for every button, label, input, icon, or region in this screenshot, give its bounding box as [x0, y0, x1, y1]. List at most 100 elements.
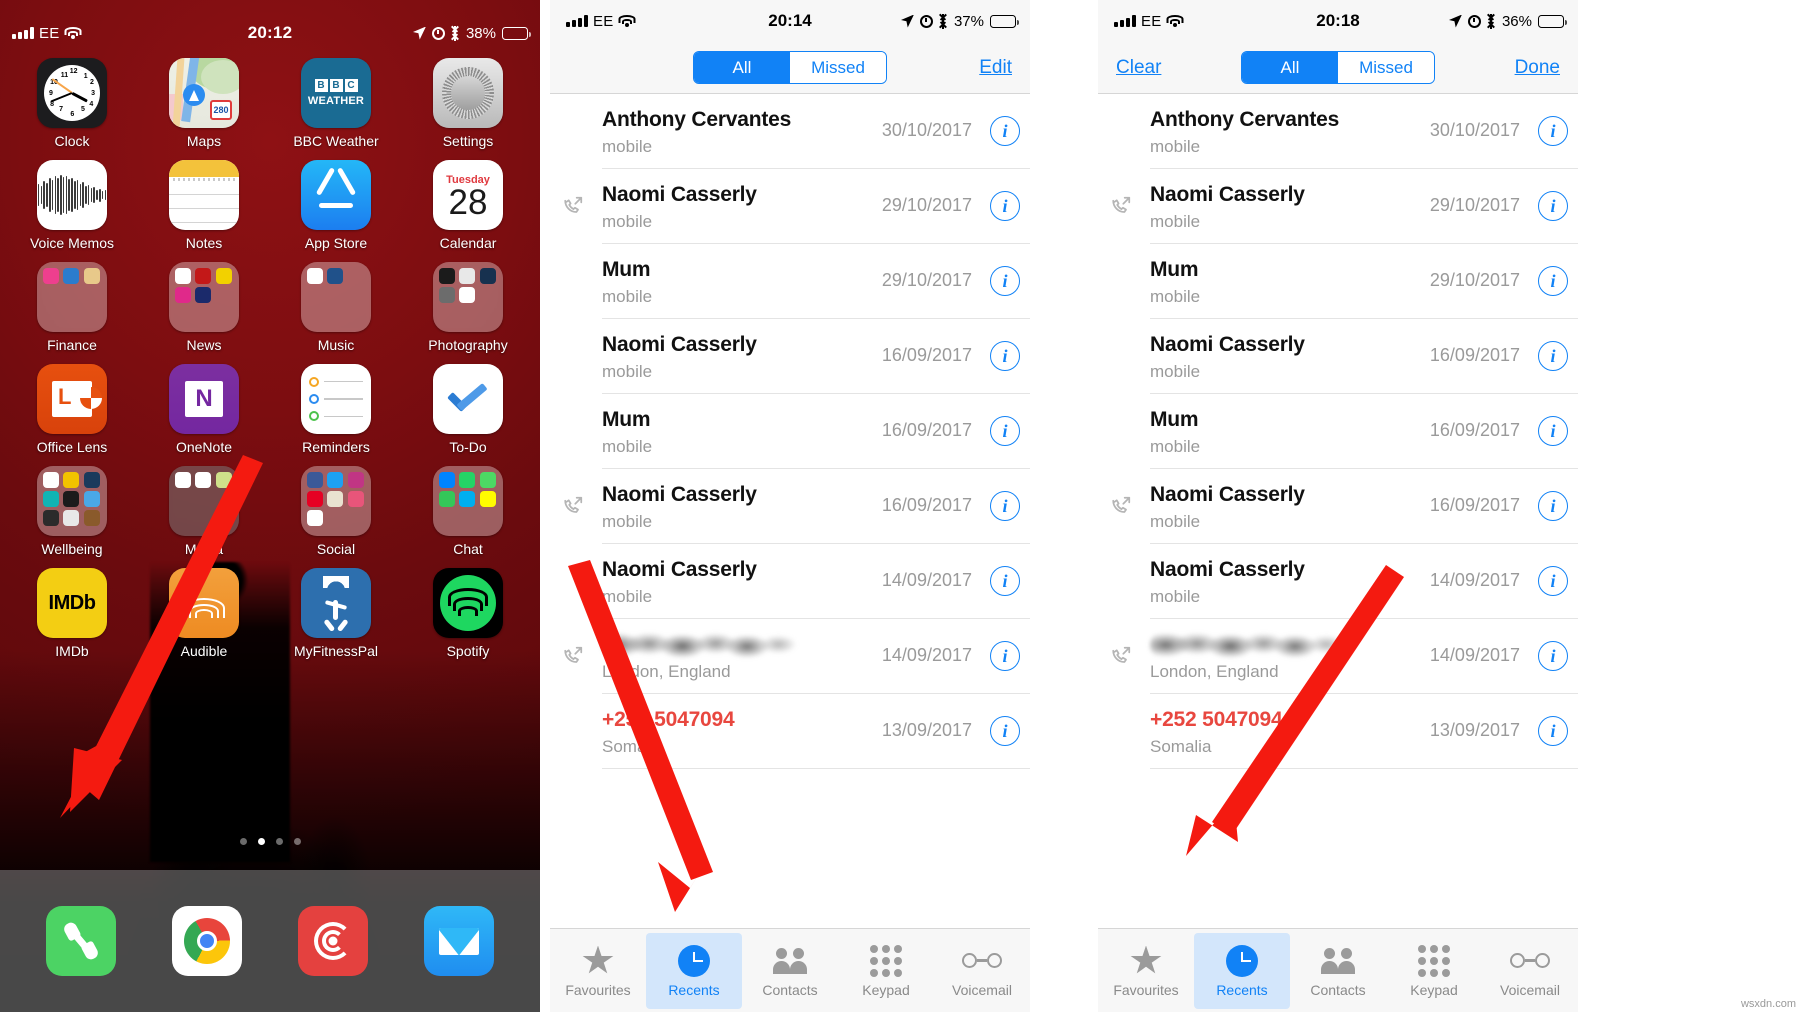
nav-bar: Clear All Missed Done [1098, 42, 1578, 94]
info-button[interactable]: i [990, 716, 1020, 746]
info-button[interactable]: i [990, 566, 1020, 596]
info-button[interactable]: i [1538, 641, 1568, 671]
dock-pocket-casts-icon[interactable] [298, 906, 368, 976]
app-label: Finance [47, 337, 97, 353]
tab-voicemail[interactable]: Voicemail [934, 933, 1030, 1009]
call-row[interactable]: +252 5047094Somalia13/09/2017iDelete [1150, 694, 1578, 769]
call-row[interactable]: Mum mobile 29/10/2017 i [1150, 244, 1578, 319]
call-row[interactable]: Naomi Casserly mobile 29/10/2017 i [1112, 169, 1578, 244]
contact-name: +252 5047094 [602, 708, 735, 731]
tab-recents[interactable]: Recents [1194, 932, 1290, 1009]
folder-news[interactable]: News [138, 262, 270, 353]
info-button[interactable]: i [1538, 491, 1568, 521]
tab-contacts[interactable]: Contacts [742, 933, 838, 1009]
segment-missed[interactable]: Missed [790, 52, 886, 83]
call-row[interactable]: Naomi Casserly mobile 29/10/2017 i [564, 169, 1030, 244]
call-row[interactable]: Mum mobile 16/09/2017 i [1150, 394, 1578, 469]
app-spotify[interactable]: Spotify [402, 568, 534, 659]
info-button[interactable]: i [1538, 716, 1568, 746]
segmented-control[interactable]: All Missed [1241, 51, 1435, 84]
app-reminders[interactable]: Reminders [270, 364, 402, 455]
app-label: Music [317, 337, 355, 353]
segment-missed[interactable]: Missed [1338, 52, 1434, 83]
tab-favourites[interactable]: Favourites [1098, 933, 1194, 1009]
info-button[interactable]: i [1538, 566, 1568, 596]
app-calendar[interactable]: Tuesday 28 Calendar [402, 160, 534, 251]
segmented-control[interactable]: All Missed [693, 51, 887, 84]
folder-music[interactable]: Music [270, 262, 402, 353]
info-button[interactable]: i [990, 266, 1020, 296]
page-dot-active[interactable] [257, 838, 265, 845]
call-row[interactable]: London, England 14/09/2017 i [1112, 619, 1578, 694]
call-row[interactable]: Naomi Casserly mobile 14/09/2017 i [602, 544, 1030, 619]
info-button[interactable]: i [1538, 266, 1568, 296]
folder-media[interactable]: Media [138, 466, 270, 557]
call-date: 30/10/2017 [1429, 120, 1520, 140]
call-row[interactable]: Naomi Casserly mobile 14/09/2017 i [1150, 544, 1578, 619]
call-row[interactable]: Anthony Cervantes mobile 30/10/2017 i [1150, 94, 1578, 169]
app-app-store[interactable]: App Store [270, 160, 402, 251]
page-dot[interactable] [239, 838, 247, 845]
folder-wellbeing[interactable]: Wellbeing [6, 466, 138, 557]
call-row[interactable]: Naomi Casserly mobile 16/09/2017 i [1150, 319, 1578, 394]
page-dot[interactable] [275, 838, 283, 845]
done-button[interactable]: Done [1515, 57, 1560, 79]
info-button[interactable]: i [990, 416, 1020, 446]
redacted-contact-name [1150, 631, 1346, 659]
app-imdb[interactable]: IMDb IMDb [6, 568, 138, 659]
edit-button[interactable]: Edit [979, 57, 1012, 79]
call-row[interactable]: Naomi Casserly mobile 16/09/2017 i [1112, 469, 1578, 544]
info-button[interactable]: i [990, 341, 1020, 371]
segment-all[interactable]: All [694, 52, 790, 83]
app-to-do[interactable]: To-Do [402, 364, 534, 455]
tab-voicemail[interactable]: Voicemail [1482, 933, 1578, 1009]
tab-recents[interactable]: Recents [646, 932, 742, 1009]
page-dot[interactable] [293, 838, 301, 845]
app-voice-memos[interactable]: Voice Memos [6, 160, 138, 251]
segment-all[interactable]: All [1242, 52, 1338, 83]
info-button[interactable]: i [990, 491, 1020, 521]
folder-chat[interactable]: Chat [402, 466, 534, 557]
tab-keypad[interactable]: Keypad [1386, 933, 1482, 1009]
app-onenote[interactable]: N OneNote [138, 364, 270, 455]
info-button[interactable]: i [990, 641, 1020, 671]
app-settings[interactable]: Settings [402, 58, 534, 149]
app-office-lens[interactable]: Office Lens [6, 364, 138, 455]
call-row[interactable]: Mum mobile 16/09/2017 i [602, 394, 1030, 469]
status-bar: EE 20:18 36% [1098, 0, 1578, 42]
info-button[interactable]: i [1538, 116, 1568, 146]
clear-button[interactable]: Clear [1116, 57, 1161, 79]
dock-phone-icon[interactable] [46, 906, 116, 976]
info-button[interactable]: i [1538, 191, 1568, 221]
app-label: Maps [186, 133, 222, 149]
app-clock[interactable]: 12 3 6 9 11 1 2 4 5 7 8 10 Clock [6, 58, 138, 149]
contact-name: Naomi Casserly [602, 333, 757, 356]
app-notes[interactable]: Notes [138, 160, 270, 251]
info-button[interactable]: i [1538, 341, 1568, 371]
call-row[interactable]: Mum mobile 29/10/2017 i [602, 244, 1030, 319]
call-row[interactable]: +252 5047094 Somalia 13/09/2017 i [602, 694, 1030, 769]
tab-keypad[interactable]: Keypad [838, 933, 934, 1009]
tab-favourites[interactable]: Favourites [550, 933, 646, 1009]
dock-mail-icon[interactable] [424, 906, 494, 976]
call-row[interactable]: Naomi Casserly mobile 16/09/2017 i [564, 469, 1030, 544]
call-row[interactable]: Anthony Cervantes mobile 30/10/2017 i [602, 94, 1030, 169]
call-row[interactable]: Naomi Casserly mobile 16/09/2017 i [602, 319, 1030, 394]
tab-contacts[interactable]: Contacts [1290, 933, 1386, 1009]
info-button[interactable]: i [1538, 416, 1568, 446]
folder-finance[interactable]: Finance [6, 262, 138, 353]
app-maps[interactable]: 280 Maps [138, 58, 270, 149]
call-date: 30/10/2017 [881, 120, 972, 140]
call-date: 29/10/2017 [881, 195, 972, 215]
app-myfitnesspal[interactable]: MyFitnessPal [270, 568, 402, 659]
folder-photography[interactable]: Photography [402, 262, 534, 353]
folder-icon [169, 262, 239, 332]
call-row[interactable]: London, England 14/09/2017 i [564, 619, 1030, 694]
app-audible[interactable]: Audible [138, 568, 270, 659]
folder-social[interactable]: Social [270, 466, 402, 557]
dock-chrome-icon[interactable] [172, 906, 242, 976]
clock-icon: 12 3 6 9 11 1 2 4 5 7 8 10 [37, 58, 107, 128]
info-button[interactable]: i [990, 191, 1020, 221]
info-button[interactable]: i [990, 116, 1020, 146]
app-bbc-weather[interactable]: B B C WEATHER BBC Weather [270, 58, 402, 149]
